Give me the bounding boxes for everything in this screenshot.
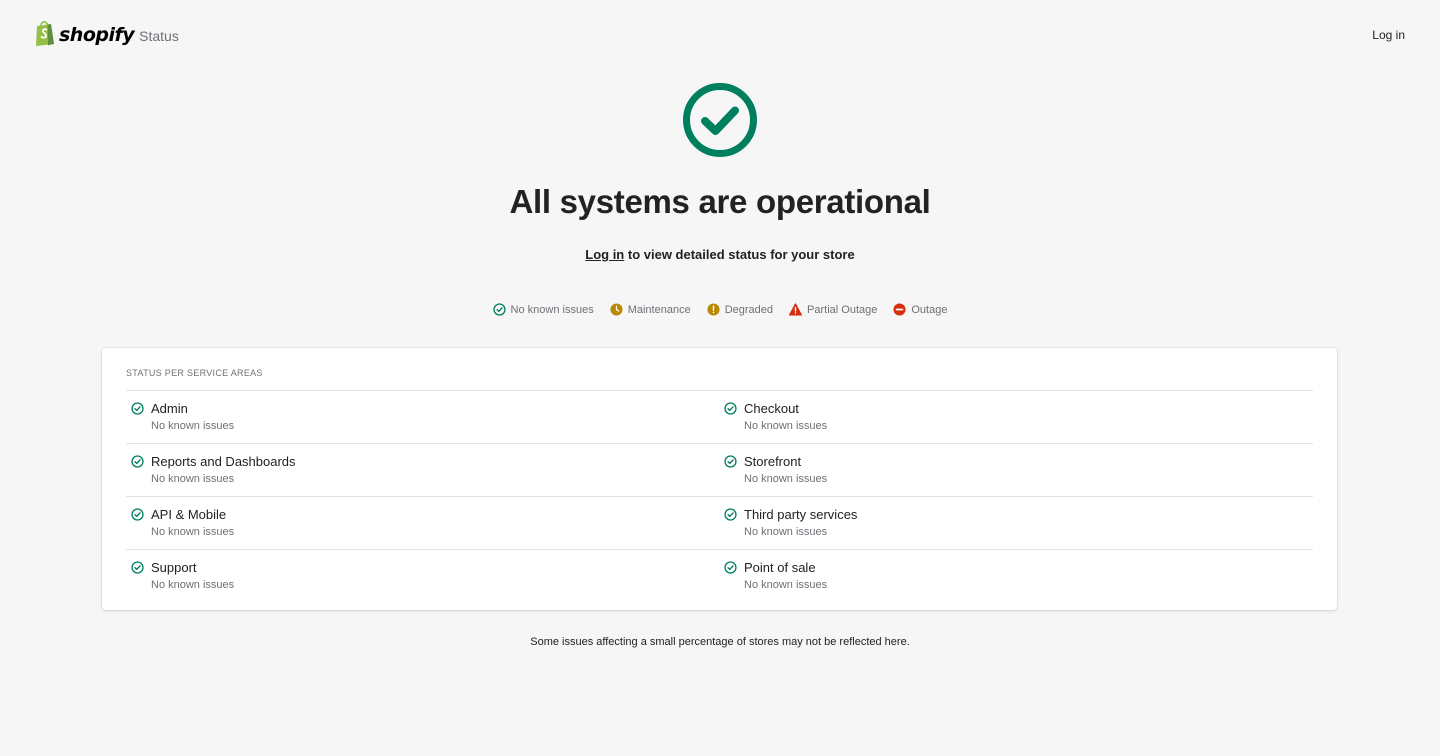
service-name: Point of sale <box>744 560 816 575</box>
legend-label: Outage <box>911 303 948 316</box>
service-item-reports-and-dashboards: Reports and Dashboards No known issues <box>126 444 719 497</box>
legend-item-maintenance: Maintenance <box>610 303 691 316</box>
check-circle-icon <box>131 402 144 415</box>
check-circle-icon <box>724 402 737 415</box>
service-item-support: Support No known issues <box>126 550 719 603</box>
check-circle-icon <box>131 455 144 468</box>
legend-label: No known issues <box>510 303 594 316</box>
brand-suffix: Status <box>139 28 179 44</box>
service-name: Admin <box>151 401 188 416</box>
service-name: API & Mobile <box>151 507 227 522</box>
brand-wordmark: shopify <box>59 24 135 46</box>
service-status: No known issues <box>151 579 235 591</box>
login-link-inline[interactable]: Log in <box>585 247 624 262</box>
shopify-status-logo[interactable]: shopify Status <box>34 20 179 46</box>
service-item-storefront: Storefront No known issues <box>719 444 1313 497</box>
header: shopify Status Log in <box>0 0 1440 72</box>
service-name: Storefront <box>744 454 802 469</box>
check-circle-icon <box>724 455 737 468</box>
page-title: All systems are operational <box>509 183 931 220</box>
legend-item-no-known-issues: No known issues <box>492 303 594 316</box>
check-circle-icon <box>724 561 737 574</box>
login-prompt: Log in to view detailed status for your … <box>0 247 1440 262</box>
service-item-checkout: Checkout No known issues <box>719 391 1313 444</box>
legend-label: Partial Outage <box>807 303 878 316</box>
service-status: No known issues <box>744 579 828 591</box>
service-status: No known issues <box>151 526 235 538</box>
disclaimer-note: Some issues affecting a small percentage… <box>530 636 910 648</box>
status-legend: No known issues Maintenance Degraded Par… <box>0 303 1440 316</box>
legend-label: Maintenance <box>627 303 691 316</box>
service-item-point-of-sale: Point of sale No known issues <box>719 550 1313 603</box>
service-status-card: STATUS PER SERVICE AREAS Admin No known … <box>102 348 1337 610</box>
check-circle-icon <box>492 303 506 316</box>
service-name: Support <box>151 560 197 575</box>
legend-item-partial-outage: Partial Outage <box>789 303 877 316</box>
service-status: No known issues <box>744 420 828 432</box>
service-status: No known issues <box>744 526 828 538</box>
login-prompt-text: to view detailed status for your store <box>624 247 855 262</box>
operational-check-icon <box>683 83 757 157</box>
service-name: Reports and Dashboards <box>151 454 296 469</box>
clock-icon <box>610 303 623 316</box>
service-status: No known issues <box>744 473 828 485</box>
check-circle-icon <box>131 561 144 574</box>
legend-item-degraded: Degraded <box>707 303 773 316</box>
service-status: No known issues <box>151 473 235 485</box>
service-grid: Admin No known issues Checkout No known … <box>126 391 1313 603</box>
service-item-api-mobile: API & Mobile No known issues <box>126 497 719 550</box>
service-name: Checkout <box>744 401 799 416</box>
legend-item-outage: Outage <box>893 303 947 316</box>
legend-label: Degraded <box>724 303 774 316</box>
exclamation-circle-icon <box>707 303 720 316</box>
service-item-admin: Admin No known issues <box>126 391 719 444</box>
warning-triangle-icon <box>789 303 803 316</box>
service-item-third-party-services: Third party services No known issues <box>719 497 1313 550</box>
service-status: No known issues <box>151 420 235 432</box>
minus-circle-icon <box>893 303 906 316</box>
service-name: Third party services <box>744 507 858 522</box>
login-link-header[interactable]: Log in <box>1372 28 1405 42</box>
check-circle-icon <box>131 508 144 521</box>
shopify-bag-icon <box>36 21 54 46</box>
check-circle-icon <box>724 508 737 521</box>
card-title: STATUS PER SERVICE AREAS <box>126 368 263 378</box>
